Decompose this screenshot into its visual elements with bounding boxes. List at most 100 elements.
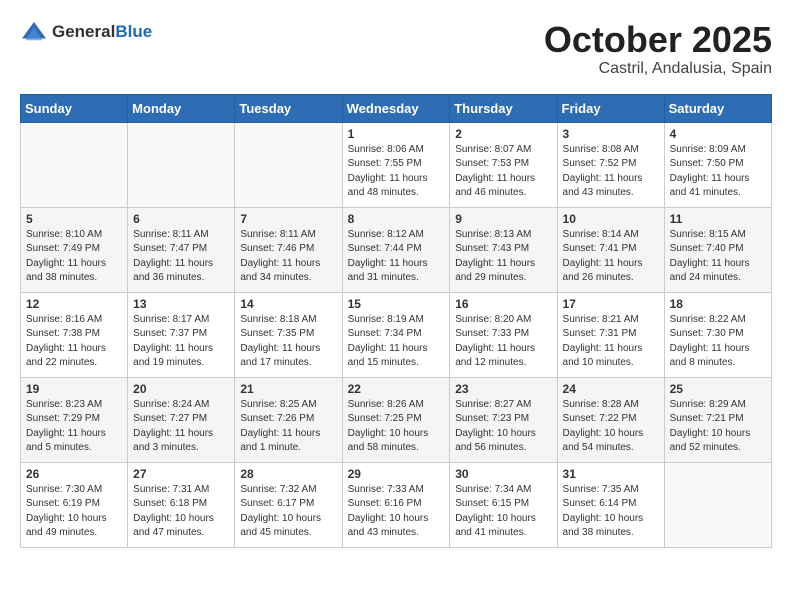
calendar-week-row: 1 Sunrise: 8:06 AMSunset: 7:55 PMDaylight… (21, 122, 772, 207)
calendar-cell: 19Sunrise: 8:23 AMSunset: 7:29 PMDayligh… (21, 377, 128, 462)
calendar-cell: 31 Sunrise: 7:35 AMSunset: 6:14 PMDayligh… (557, 462, 664, 547)
day-info: Sunrise: 7:33 AMSunset: 6:16 PMDaylight:… (348, 483, 445, 541)
calendar-cell: 7Sunrise: 8:11 AMSunset: 7:46 PMDaylight… (235, 207, 342, 292)
calendar-cell: 6Sunrise: 8:11 AMSunset: 7:47 PMDaylight… (128, 207, 235, 292)
calendar-cell (235, 122, 342, 207)
day-number: 3 (563, 127, 659, 141)
calendar-cell (21, 122, 128, 207)
weekday-header: Sunday (21, 94, 128, 122)
day-number: 12 (26, 297, 122, 311)
day-info: Sunrise: 7:32 AMSunset: 6:17 PMDaylight:… (240, 483, 336, 541)
calendar-cell: 28 Sunrise: 7:32 AMSunset: 6:17 PMDayligh… (235, 462, 342, 547)
day-number: 15 (348, 297, 445, 311)
day-info: Sunrise: 8:20 AMSunset: 7:33 PMDaylight:… (455, 313, 551, 371)
calendar-cell: 4 Sunrise: 8:09 AMSunset: 7:50 PMDaylight… (664, 122, 771, 207)
calendar-cell: 12 Sunrise: 8:16 AMSunset: 7:38 PMDayligh… (21, 292, 128, 377)
logo-icon (20, 20, 48, 44)
day-info: Sunrise: 8:10 AMSunset: 7:49 PMDaylight:… (26, 228, 122, 286)
calendar-header-row: SundayMondayTuesdayWednesdayThursdayFrid… (21, 94, 772, 122)
day-number: 26 (26, 467, 122, 481)
day-info: Sunrise: 8:12 AMSunset: 7:44 PMDaylight:… (348, 228, 445, 286)
day-number: 31 (563, 467, 659, 481)
logo: GeneralBlue (20, 20, 152, 44)
calendar-week-row: 5Sunrise: 8:10 AMSunset: 7:49 PMDaylight… (21, 207, 772, 292)
weekday-header: Thursday (450, 94, 557, 122)
day-number: 29 (348, 467, 445, 481)
day-info: Sunrise: 8:14 AMSunset: 7:41 PMDaylight:… (563, 228, 659, 286)
calendar-cell: 13 Sunrise: 8:17 AMSunset: 7:37 PMDayligh… (128, 292, 235, 377)
day-info: Sunrise: 8:08 AMSunset: 7:52 PMDaylight:… (563, 143, 659, 201)
calendar-cell: 16 Sunrise: 8:20 AMSunset: 7:33 PMDayligh… (450, 292, 557, 377)
weekday-header: Monday (128, 94, 235, 122)
day-number: 7 (240, 212, 336, 226)
day-number: 13 (133, 297, 229, 311)
day-info: Sunrise: 8:22 AMSunset: 7:30 PMDaylight:… (670, 313, 766, 371)
calendar-cell: 14 Sunrise: 8:18 AMSunset: 7:35 PMDayligh… (235, 292, 342, 377)
day-number: 27 (133, 467, 229, 481)
day-number: 23 (455, 382, 551, 396)
day-number: 16 (455, 297, 551, 311)
day-info: Sunrise: 8:13 AMSunset: 7:43 PMDaylight:… (455, 228, 551, 286)
title-block: October 2025 Castril, Andalusia, Spain (544, 20, 772, 78)
day-info: Sunrise: 8:09 AMSunset: 7:50 PMDaylight:… (670, 143, 766, 201)
calendar-cell: 27 Sunrise: 7:31 AMSunset: 6:18 PMDayligh… (128, 462, 235, 547)
calendar-cell: 30Sunrise: 7:34 AMSunset: 6:15 PMDayligh… (450, 462, 557, 547)
calendar-cell: 5Sunrise: 8:10 AMSunset: 7:49 PMDaylight… (21, 207, 128, 292)
day-number: 2 (455, 127, 551, 141)
day-number: 22 (348, 382, 445, 396)
calendar-week-row: 12 Sunrise: 8:16 AMSunset: 7:38 PMDayligh… (21, 292, 772, 377)
day-info: Sunrise: 7:31 AMSunset: 6:18 PMDaylight:… (133, 483, 229, 541)
day-info: Sunrise: 8:18 AMSunset: 7:35 PMDaylight:… (240, 313, 336, 371)
day-info: Sunrise: 7:30 AMSunset: 6:19 PMDaylight:… (26, 483, 122, 541)
day-number: 21 (240, 382, 336, 396)
day-info: Sunrise: 8:24 AMSunset: 7:27 PMDaylight:… (133, 398, 229, 456)
day-number: 28 (240, 467, 336, 481)
day-number: 9 (455, 212, 551, 226)
day-info: Sunrise: 8:17 AMSunset: 7:37 PMDaylight:… (133, 313, 229, 371)
day-info: Sunrise: 8:27 AMSunset: 7:23 PMDaylight:… (455, 398, 551, 456)
day-info: Sunrise: 8:16 AMSunset: 7:38 PMDaylight:… (26, 313, 122, 371)
calendar-cell: 9 Sunrise: 8:13 AMSunset: 7:43 PMDaylight… (450, 207, 557, 292)
day-info: Sunrise: 7:35 AMSunset: 6:14 PMDaylight:… (563, 483, 659, 541)
day-number: 14 (240, 297, 336, 311)
calendar-cell: 17Sunrise: 8:21 AMSunset: 7:31 PMDayligh… (557, 292, 664, 377)
calendar-cell: 26 Sunrise: 7:30 AMSunset: 6:19 PMDayligh… (21, 462, 128, 547)
calendar-cell: 1 Sunrise: 8:06 AMSunset: 7:55 PMDaylight… (342, 122, 450, 207)
calendar-cell: 2 Sunrise: 8:07 AMSunset: 7:53 PMDaylight… (450, 122, 557, 207)
calendar-cell: 10 Sunrise: 8:14 AMSunset: 7:41 PMDayligh… (557, 207, 664, 292)
day-number: 4 (670, 127, 766, 141)
calendar-cell: 15Sunrise: 8:19 AMSunset: 7:34 PMDayligh… (342, 292, 450, 377)
calendar-cell: 3 Sunrise: 8:08 AMSunset: 7:52 PMDaylight… (557, 122, 664, 207)
day-number: 10 (563, 212, 659, 226)
day-info: Sunrise: 8:28 AMSunset: 7:22 PMDaylight:… (563, 398, 659, 456)
day-number: 11 (670, 212, 766, 226)
calendar-cell (128, 122, 235, 207)
location-title: Castril, Andalusia, Spain (544, 60, 772, 78)
weekday-header: Tuesday (235, 94, 342, 122)
day-number: 8 (348, 212, 445, 226)
calendar-cell: 11Sunrise: 8:15 AMSunset: 7:40 PMDayligh… (664, 207, 771, 292)
calendar-cell: 29 Sunrise: 7:33 AMSunset: 6:16 PMDayligh… (342, 462, 450, 547)
day-number: 18 (670, 297, 766, 311)
calendar-cell: 22 Sunrise: 8:26 AMSunset: 7:25 PMDayligh… (342, 377, 450, 462)
calendar-week-row: 26 Sunrise: 7:30 AMSunset: 6:19 PMDayligh… (21, 462, 772, 547)
day-info: Sunrise: 8:06 AMSunset: 7:55 PMDaylight:… (348, 143, 445, 201)
day-info: Sunrise: 8:21 AMSunset: 7:31 PMDaylight:… (563, 313, 659, 371)
day-number: 20 (133, 382, 229, 396)
weekday-header: Wednesday (342, 94, 450, 122)
day-info: Sunrise: 8:23 AMSunset: 7:29 PMDaylight:… (26, 398, 122, 456)
calendar-cell: 24 Sunrise: 8:28 AMSunset: 7:22 PMDayligh… (557, 377, 664, 462)
day-info: Sunrise: 8:07 AMSunset: 7:53 PMDaylight:… (455, 143, 551, 201)
day-info: Sunrise: 8:29 AMSunset: 7:21 PMDaylight:… (670, 398, 766, 456)
calendar-cell: 18 Sunrise: 8:22 AMSunset: 7:30 PMDayligh… (664, 292, 771, 377)
logo-blue: Blue (115, 22, 152, 41)
day-info: Sunrise: 8:26 AMSunset: 7:25 PMDaylight:… (348, 398, 445, 456)
day-number: 25 (670, 382, 766, 396)
calendar-week-row: 19Sunrise: 8:23 AMSunset: 7:29 PMDayligh… (21, 377, 772, 462)
day-info: Sunrise: 7:34 AMSunset: 6:15 PMDaylight:… (455, 483, 551, 541)
calendar-cell: 20 Sunrise: 8:24 AMSunset: 7:27 PMDayligh… (128, 377, 235, 462)
day-number: 24 (563, 382, 659, 396)
weekday-header: Friday (557, 94, 664, 122)
weekday-header: Saturday (664, 94, 771, 122)
day-number: 1 (348, 127, 445, 141)
